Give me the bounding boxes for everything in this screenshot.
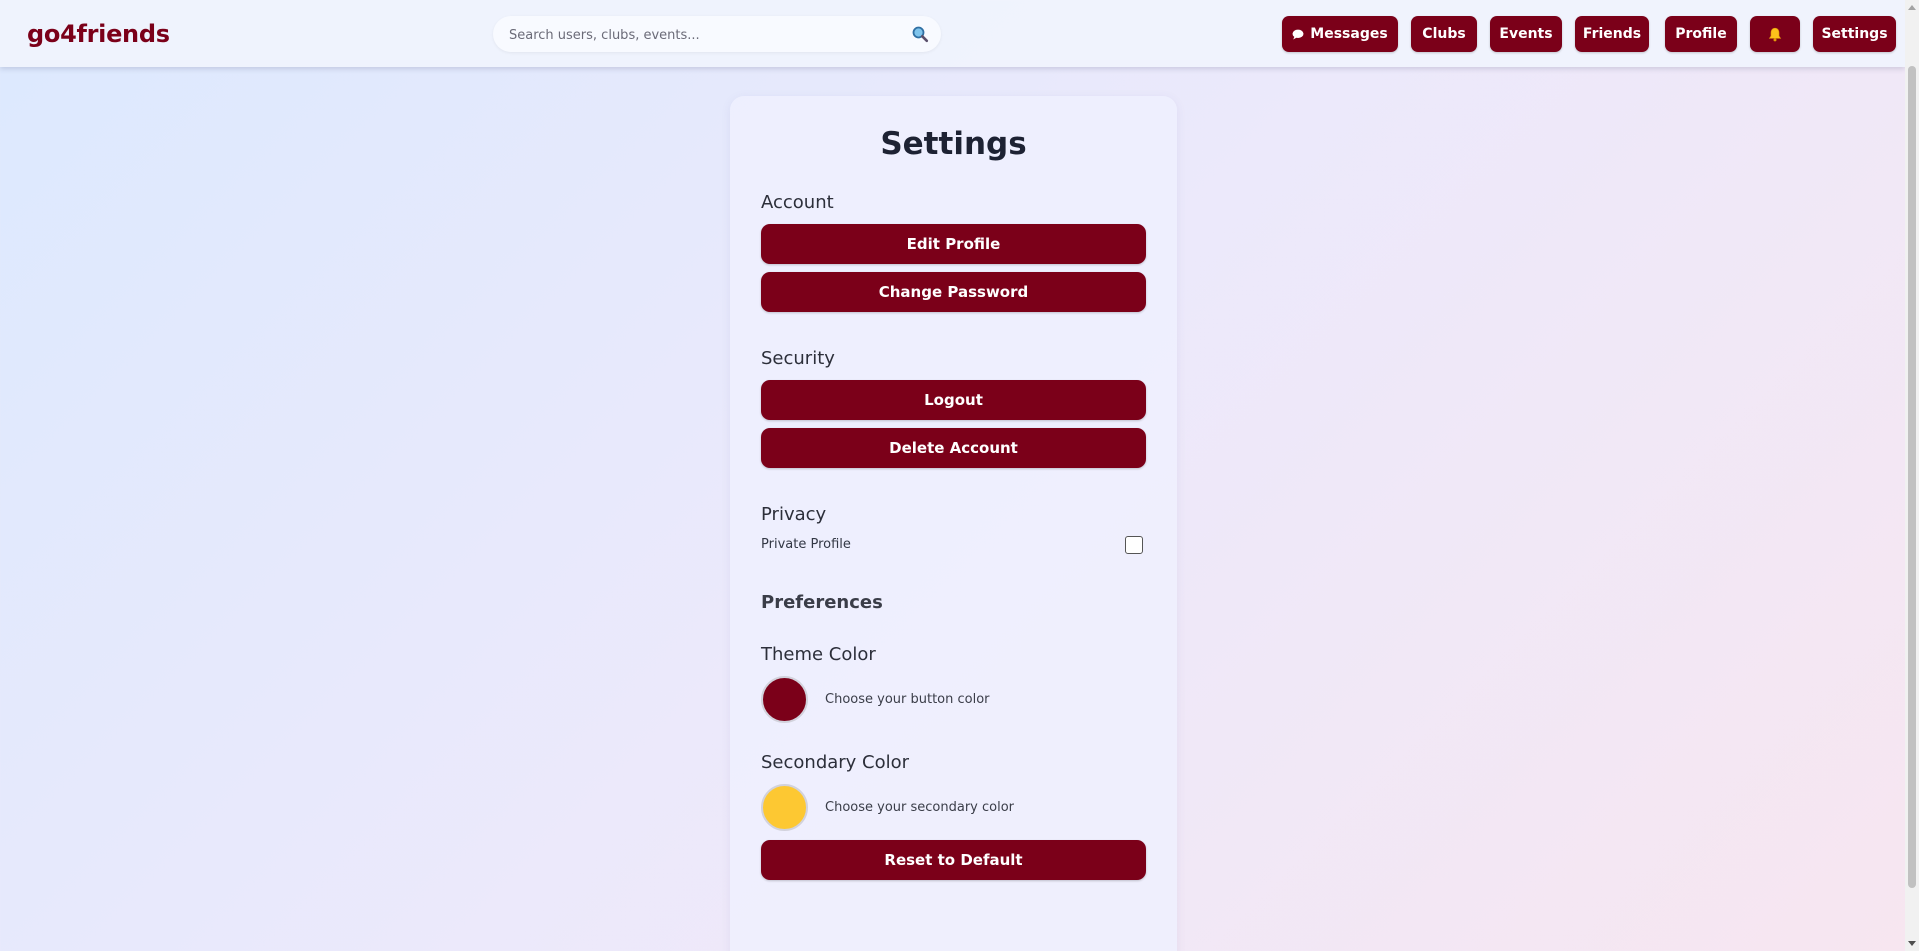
secondary-color-heading: Secondary Color — [761, 752, 910, 773]
change-password-button[interactable]: Change Password — [761, 272, 1146, 312]
private-profile-label: Private Profile — [761, 537, 851, 552]
secondary-color-picker[interactable] — [761, 784, 808, 831]
nav-messages-button[interactable]: Messages — [1282, 16, 1398, 52]
nav-clubs-label: Clubs — [1422, 26, 1466, 42]
reset-to-default-button[interactable]: Reset to Default — [761, 840, 1146, 880]
preferences-heading: Preferences — [761, 592, 883, 613]
delete-account-button[interactable]: Delete Account — [761, 428, 1146, 468]
private-profile-checkbox[interactable] — [1125, 536, 1143, 554]
nav-events-label: Events — [1499, 26, 1553, 42]
search-box — [493, 16, 941, 54]
nav-profile-label: Profile — [1675, 26, 1727, 42]
settings-card: Settings Account Edit Profile Change Pas… — [730, 96, 1177, 951]
edit-profile-button[interactable]: Edit Profile — [761, 224, 1146, 264]
nav-clubs-button[interactable]: Clubs — [1411, 16, 1477, 52]
logout-button[interactable]: Logout — [761, 380, 1146, 420]
nav-settings-button[interactable]: Settings — [1813, 16, 1896, 52]
nav-friends-label: Friends — [1582, 26, 1642, 42]
search-input[interactable] — [507, 16, 901, 54]
scroll-thumb[interactable] — [1908, 66, 1916, 888]
notifications-button[interactable] — [1750, 16, 1800, 52]
secondary-color-description: Choose your secondary color — [825, 800, 1015, 815]
scroll-down-arrow-icon[interactable] — [1908, 941, 1916, 946]
page-title: Settings — [880, 126, 1027, 162]
theme-color-description: Choose your button color — [825, 692, 990, 707]
speech-bubble-icon — [1292, 29, 1304, 40]
privacy-heading: Privacy — [761, 504, 827, 525]
account-heading: Account — [761, 192, 834, 213]
bell-icon — [1768, 27, 1782, 42]
scroll-up-arrow-icon[interactable] — [1908, 5, 1916, 10]
site-logo[interactable]: go4friends — [27, 20, 170, 48]
security-heading: Security — [761, 348, 835, 369]
theme-color-picker[interactable] — [761, 676, 808, 723]
search-icon[interactable] — [911, 25, 929, 43]
theme-color-heading: Theme Color — [761, 644, 876, 665]
page-scrollbar[interactable] — [1905, 0, 1919, 951]
nav-friends-button[interactable]: Friends — [1575, 16, 1649, 52]
nav-messages-label: Messages — [1310, 26, 1388, 42]
top-navigation-bar: go4friends Messages Clubs Events Friends… — [0, 0, 1905, 67]
nav-events-button[interactable]: Events — [1490, 16, 1562, 52]
nav-profile-button[interactable]: Profile — [1665, 16, 1737, 52]
nav-settings-label: Settings — [1821, 26, 1888, 42]
